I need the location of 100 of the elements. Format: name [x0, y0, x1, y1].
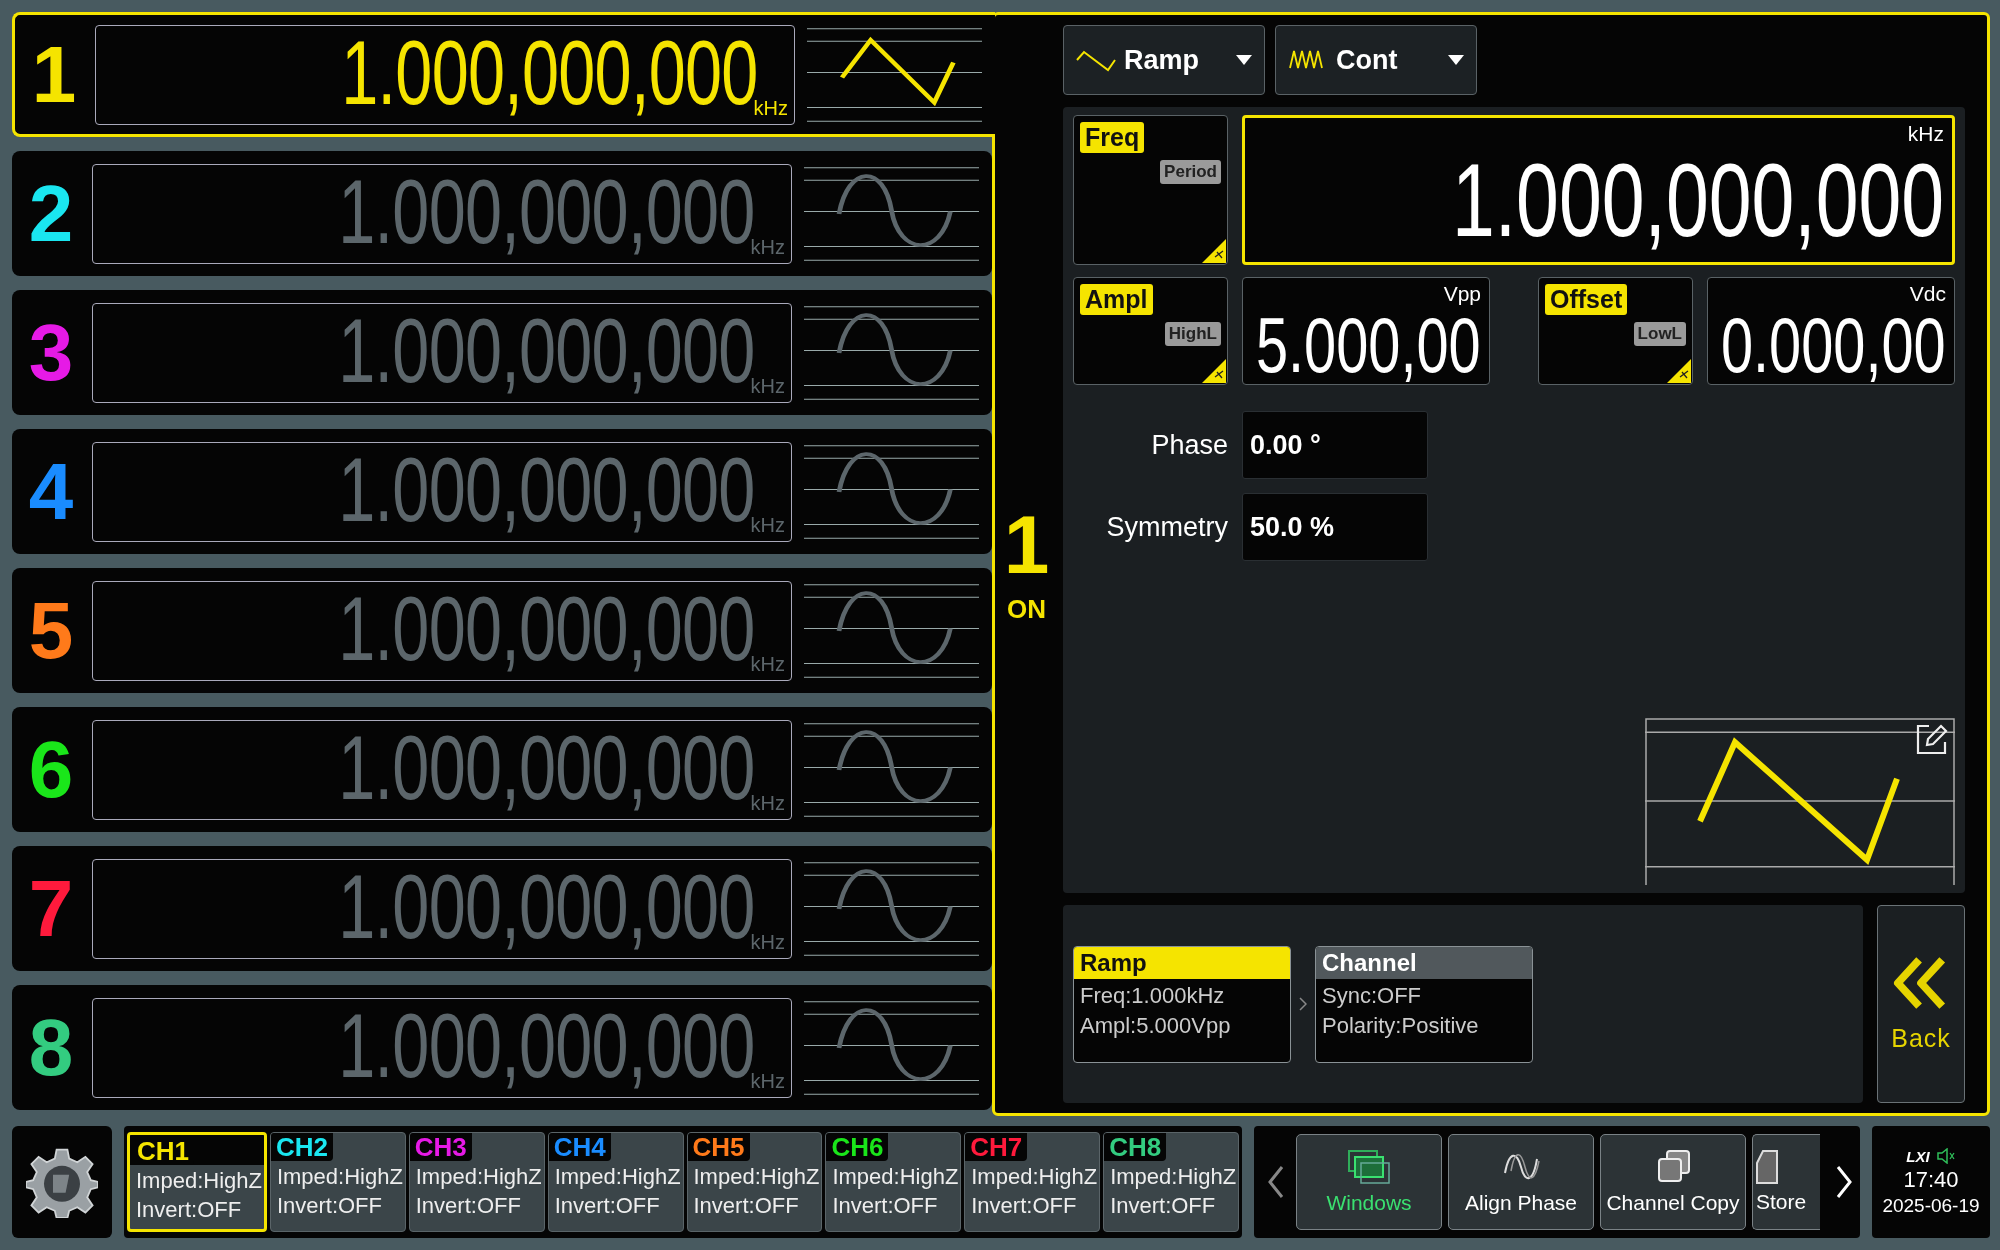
channel-tab[interactable]: CH8 Imped:HighZ Invert:OFF [1103, 1132, 1239, 1232]
speaker-muted-icon [1935, 1148, 1956, 1164]
frequency-unit: kHz [750, 235, 785, 259]
frequency-unit: kHz [750, 652, 785, 676]
parameter-value-field[interactable]: kHz 1.000,000,000 [1242, 115, 1955, 265]
value-field[interactable]: 50.0 % [1242, 493, 1428, 561]
impedance-text: Imped:HighZ [414, 1163, 543, 1190]
settings-icon [26, 1146, 98, 1218]
waveform-dropdown[interactable]: Cont [1275, 25, 1477, 95]
invert-text: Invert:OFF [1109, 1192, 1217, 1219]
channel-tab-label: CH7 [965, 1133, 1028, 1161]
channel-tab[interactable]: CH7 Imped:HighZ Invert:OFF [964, 1132, 1101, 1232]
channel-number: 4 [27, 451, 75, 532]
chevron-icon [1299, 997, 1307, 1011]
invert-text: Invert:OFF [553, 1192, 661, 1219]
invert-text: Invert:OFF [135, 1196, 243, 1223]
summary-card[interactable]: Ramp Freq:1.000kHz Ampl:5.000Vpp [1073, 945, 1291, 1063]
invert-text: Invert:OFF [970, 1192, 1078, 1219]
softkey-button[interactable]: Channel Copy [1600, 1134, 1746, 1230]
summary-card[interactable]: Channel Sync:OFF Polarity:Positive [1315, 945, 1533, 1063]
channel-tab[interactable]: CH2 Imped:HighZ Invert:OFF [269, 1132, 406, 1232]
parameter-card[interactable]: Ampl HighL [1073, 277, 1228, 385]
channel-number: 6 [27, 729, 75, 810]
frequency-unit: kHz [750, 1069, 785, 1093]
unit-label: Vpp [1443, 282, 1481, 306]
alternate-tag[interactable]: HighL [1164, 322, 1221, 346]
channel-tab[interactable]: CH5 Imped:HighZ Invert:OFF [686, 1132, 823, 1232]
channel-tab[interactable]: CH3 Imped:HighZ Invert:OFF [408, 1132, 545, 1232]
corner-icon [1667, 359, 1691, 383]
impedance-text: Imped:HighZ [1109, 1163, 1238, 1190]
channel-tab-label: CH5 [687, 1133, 750, 1161]
parameter-value: 0.000,00 [1721, 306, 1946, 384]
channel-tab[interactable]: CH4 Imped:HighZ Invert:OFF [547, 1132, 684, 1232]
field-label: Phase [1150, 429, 1228, 461]
invert-text: Invert:OFF [831, 1192, 939, 1219]
invert-text: Invert:OFF [275, 1192, 383, 1219]
ramp-wave-icon [1076, 48, 1116, 72]
summary-title: Ramp [1074, 946, 1290, 979]
channel-tab[interactable]: CH1 Imped:HighZ Invert:OFF [127, 1132, 267, 1232]
channel-tab[interactable]: CH6 Imped:HighZ Invert:OFF [825, 1132, 962, 1232]
corner-icon [1202, 239, 1226, 263]
channel-number: 1 [30, 34, 78, 115]
unit-label: Vdc [1909, 282, 1946, 306]
parameter-card[interactable]: Freq Period [1073, 115, 1228, 265]
output-state: ON [1007, 593, 1046, 625]
chevron-left-icon[interactable] [1266, 1164, 1286, 1200]
settings-button[interactable] [12, 1126, 112, 1238]
channel-tab-label: CH8 [1104, 1133, 1167, 1161]
parameter-value-field[interactable]: Vpp 5.000,00 [1242, 277, 1490, 385]
value-field[interactable]: 0.00 ° [1242, 411, 1428, 479]
caret-icon [1448, 55, 1464, 65]
alternate-tag[interactable]: LowL [1633, 322, 1686, 346]
invert-text: Invert:OFF [414, 1192, 522, 1219]
corner-icon [1202, 359, 1226, 383]
channel-number: 1 [1003, 503, 1050, 586]
parameter-card[interactable]: Offset LowL [1538, 277, 1693, 385]
frequency-unit: kHz [750, 374, 785, 398]
windows-icon [1347, 1149, 1391, 1185]
unit-label: kHz [1907, 122, 1944, 146]
softkey-button[interactable]: Store [1752, 1134, 1820, 1230]
back-button[interactable]: Back [1877, 905, 1965, 1103]
impedance-text: Imped:HighZ [135, 1167, 263, 1194]
summary-line: Freq:1.000kHz [1079, 981, 1226, 1009]
impedance-text: Imped:HighZ [970, 1163, 1099, 1190]
frequency-unit: kHz [750, 930, 785, 954]
edit-icon[interactable] [1915, 722, 1949, 756]
impedance-text: Imped:HighZ [831, 1163, 960, 1190]
parameter-value: 1.000,000,000 [1451, 148, 1944, 252]
chevron-right-icon[interactable] [1834, 1164, 1854, 1200]
impedance-text: Imped:HighZ [692, 1163, 821, 1190]
frequency-unit: kHz [750, 513, 785, 537]
summary-title: Channel [1316, 946, 1532, 979]
lxi-logo: LXI [1906, 1147, 1930, 1165]
channel-number: 3 [27, 312, 75, 393]
parameter-tag: Freq [1080, 122, 1145, 153]
channel-number: 7 [27, 868, 75, 949]
alternate-tag[interactable]: Period [1160, 160, 1221, 184]
clock-date: 2025-06-19 [1882, 1194, 1980, 1217]
summary-line: Sync:OFF [1321, 981, 1422, 1009]
channel-tab-label: CH6 [826, 1133, 889, 1161]
channel-tab-label: CH4 [548, 1133, 611, 1161]
parameter-tag: Ampl [1080, 284, 1153, 315]
softkey-button[interactable]: Align Phase [1448, 1134, 1594, 1230]
channel-number: 2 [27, 173, 75, 254]
parameter-value: 5.000,00 [1256, 306, 1481, 384]
invert-text: Invert:OFF [692, 1192, 800, 1219]
channel-number: 5 [27, 590, 75, 671]
parameter-value-field[interactable]: Vdc 0.000,00 [1707, 277, 1955, 385]
parameter-tag: Offset [1545, 284, 1628, 315]
impedance-text: Imped:HighZ [275, 1163, 404, 1190]
frequency-unit: kHz [753, 96, 788, 120]
caret-icon [1236, 55, 1252, 65]
summary-line: Polarity:Positive [1321, 1011, 1480, 1039]
channel-tab-label: CH2 [270, 1133, 333, 1161]
softkey-button[interactable]: Windows [1296, 1134, 1442, 1230]
channel-number: 8 [27, 1007, 75, 1088]
clock-time: 17:40 [1903, 1166, 1959, 1193]
frequency-unit: kHz [750, 791, 785, 815]
channel-tab-label: CH3 [409, 1133, 472, 1161]
waveform-dropdown[interactable]: Ramp [1063, 25, 1265, 95]
